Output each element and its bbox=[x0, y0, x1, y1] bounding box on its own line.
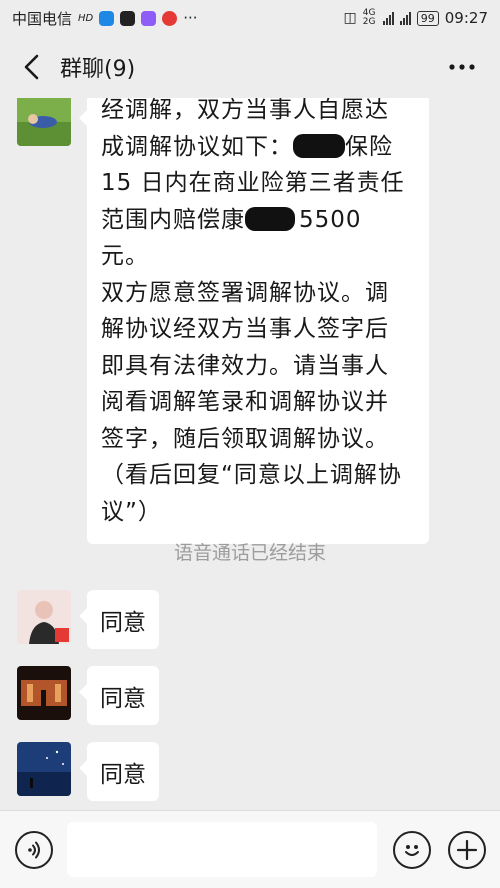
message-text: 同意 bbox=[100, 761, 146, 788]
carrier-label: 中国电信 bbox=[12, 9, 73, 28]
emoji-icon[interactable] bbox=[393, 830, 431, 869]
status-bar: 中国电信 HD ··· ◫ 4G 2G 99 09:27 bbox=[0, 0, 500, 36]
message-line: 经调解，双方当事人自愿达 bbox=[101, 98, 389, 123]
message-line: （看后回复“同意以上调解协 bbox=[101, 462, 402, 488]
message-bubble[interactable]: 同意 bbox=[79, 590, 159, 649]
avatar[interactable] bbox=[17, 666, 71, 720]
message-line: 范围内赔偿康 5500 元。 bbox=[101, 206, 362, 269]
app-notification-icon bbox=[99, 10, 115, 26]
message-line: 议”） bbox=[101, 498, 162, 525]
chat-message-list[interactable]: 经调解，双方当事人自愿达 成调解协议如下： 保险 15 日内在商业险第三者责任 范… bbox=[0, 98, 500, 810]
network-type-icon: 4G 2G bbox=[362, 8, 376, 27]
signal-icon bbox=[382, 11, 394, 25]
avatar[interactable] bbox=[17, 742, 71, 796]
message-text: 同意 bbox=[100, 609, 146, 636]
avatar[interactable] bbox=[17, 590, 71, 644]
message-bubble[interactable]: 经调解，双方当事人自愿达 成调解协议如下： 保险 15 日内在商业险第三者责任 范… bbox=[79, 98, 429, 544]
message-row: 经调解，双方当事人自愿达 成调解协议如下： 保险 15 日内在商业险第三者责任 范… bbox=[17, 98, 429, 544]
redacted-block bbox=[293, 133, 345, 158]
hd-call-icon: HD bbox=[78, 12, 94, 24]
chevron-left-icon[interactable] bbox=[12, 47, 52, 87]
message-line: 15 日内在商业险第三者责任 bbox=[101, 170, 405, 196]
plus-icon[interactable] bbox=[448, 830, 486, 869]
message-bubble[interactable]: 同意 bbox=[79, 666, 159, 725]
signal-icon-2 bbox=[399, 11, 411, 25]
message-line: 双方愿意签署调解协议。调 bbox=[101, 279, 389, 306]
battery-icon: 99 bbox=[416, 10, 439, 26]
message-line: 签字，随后领取调解协议。 bbox=[101, 425, 389, 452]
voice-icon[interactable] bbox=[15, 830, 53, 869]
message-line: 成调解协议如下： 保险 bbox=[101, 133, 393, 160]
message-line: 解协议经双方当事人签字后 bbox=[101, 316, 389, 342]
more-dots-icon[interactable] bbox=[446, 51, 478, 83]
message-line: 阅看调解笔录和调解协议并 bbox=[101, 389, 389, 415]
tiktok-icon bbox=[120, 10, 136, 26]
clock: 09:27 bbox=[444, 9, 488, 27]
redacted-block bbox=[245, 206, 295, 231]
message-text: 同意 bbox=[100, 685, 146, 712]
input-bar bbox=[0, 810, 500, 888]
call-ended-notice: 语音通话已经结束 bbox=[173, 542, 326, 564]
message-row: 同意 bbox=[17, 742, 159, 801]
message-row: 同意 bbox=[17, 590, 159, 649]
message-bubble[interactable]: 同意 bbox=[79, 742, 159, 801]
chat-header: 群聊(9) bbox=[0, 36, 500, 98]
vibrate-icon: ◫ bbox=[343, 10, 357, 26]
message-input[interactable] bbox=[67, 822, 377, 877]
message-row: 同意 bbox=[17, 666, 159, 725]
huawei-icon bbox=[162, 10, 178, 26]
video-app-icon bbox=[141, 10, 157, 26]
chat-title: 群聊(9) bbox=[60, 57, 136, 82]
avatar[interactable] bbox=[17, 98, 71, 146]
more-notifications-icon: ··· bbox=[183, 9, 198, 27]
message-line: 即具有法律效力。请当事人 bbox=[101, 352, 389, 379]
